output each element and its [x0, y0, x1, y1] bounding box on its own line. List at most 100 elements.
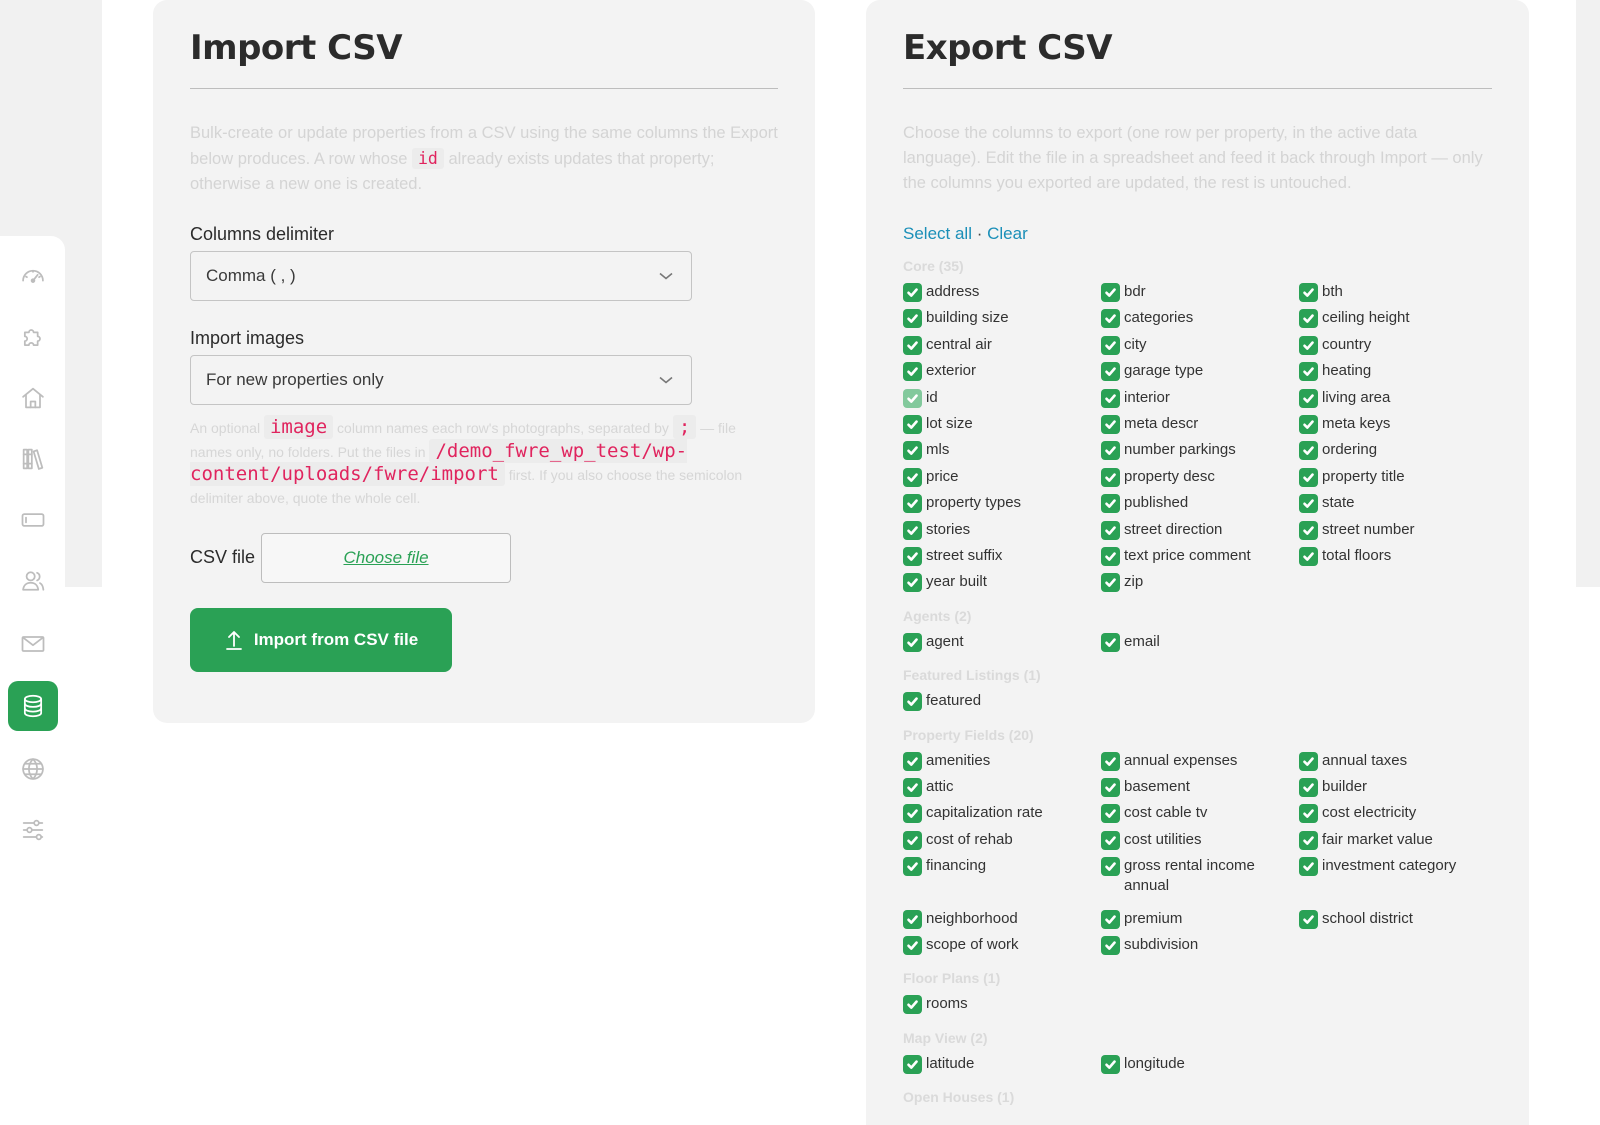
choose-file-link[interactable]: Choose file [343, 548, 428, 568]
import-images-select[interactable]: For new properties only [190, 355, 692, 405]
checkbox-checked-icon[interactable] [903, 804, 922, 824]
export-column-option[interactable]: neighborhood [903, 909, 1093, 929]
checkbox-checked-icon[interactable] [903, 857, 922, 877]
export-column-option[interactable]: capitalization rate [903, 803, 1093, 824]
export-column-option[interactable]: country [1299, 335, 1489, 355]
export-column-option[interactable]: published [1101, 493, 1291, 514]
checkbox-checked-icon[interactable] [1101, 778, 1120, 797]
import-from-csv-button[interactable]: Import from CSV file [190, 608, 452, 672]
checkbox-checked-icon[interactable] [1101, 857, 1120, 877]
checkbox-checked-icon[interactable] [1101, 936, 1120, 955]
checkbox-checked-icon[interactable] [1101, 632, 1120, 652]
checkbox-checked-icon[interactable] [1101, 388, 1120, 408]
checkbox-checked-icon[interactable] [1299, 467, 1318, 487]
checkbox-checked-icon[interactable] [1299, 388, 1318, 408]
checkbox-checked-icon[interactable] [903, 692, 922, 712]
checkbox-checked-icon[interactable] [1299, 283, 1318, 302]
export-column-option[interactable]: subdivision [1101, 935, 1291, 955]
checkbox-checked-icon[interactable] [1101, 751, 1120, 771]
checkbox-checked-icon[interactable] [903, 1054, 922, 1074]
checkbox-checked-icon[interactable] [903, 632, 922, 652]
export-column-option[interactable]: meta descr [1101, 414, 1291, 434]
checkbox-checked-icon[interactable] [1101, 520, 1120, 540]
checkbox-checked-icon[interactable] [1101, 283, 1120, 302]
checkbox-checked-icon[interactable] [1101, 804, 1120, 824]
export-column-option[interactable]: ordering [1299, 440, 1489, 461]
sidebar-item-agents[interactable] [8, 556, 58, 606]
export-column-option[interactable]: meta keys [1299, 414, 1489, 434]
export-column-option[interactable]: cost of rehab [903, 830, 1093, 850]
sidebar-item-listings[interactable] [8, 495, 58, 545]
checkbox-checked-icon[interactable] [1299, 857, 1318, 877]
sidebar-item-addons[interactable] [8, 312, 58, 362]
checkbox-checked-icon[interactable] [1101, 362, 1120, 382]
export-column-option[interactable]: street suffix [903, 546, 1093, 566]
clear-link[interactable]: Clear [987, 224, 1028, 243]
export-column-option[interactable]: premium [1101, 909, 1291, 929]
export-column-option[interactable]: building size [903, 308, 1093, 329]
export-column-option[interactable]: price [903, 467, 1093, 487]
checkbox-checked-icon[interactable] [1299, 415, 1318, 434]
checkbox-checked-icon[interactable] [1299, 441, 1318, 461]
checkbox-checked-icon[interactable] [1299, 309, 1318, 329]
checkbox-checked-icon[interactable] [1299, 804, 1318, 824]
export-column-option[interactable]: street direction [1101, 520, 1291, 540]
export-column-option[interactable]: city [1101, 335, 1291, 355]
export-column-option[interactable]: latitude [903, 1054, 1093, 1074]
checkbox-checked-icon[interactable] [903, 494, 922, 514]
sidebar-item-properties[interactable] [8, 373, 58, 423]
export-column-option[interactable]: interior [1101, 388, 1291, 408]
checkbox-checked-icon[interactable] [903, 778, 922, 797]
checkbox-checked-icon[interactable] [1101, 1054, 1120, 1074]
export-column-option[interactable]: longitude [1101, 1054, 1291, 1074]
export-column-option[interactable]: mls [903, 440, 1093, 461]
export-column-option[interactable]: cost electricity [1299, 803, 1489, 824]
checkbox-checked-icon[interactable] [1101, 467, 1120, 487]
checkbox-checked-icon[interactable] [1299, 362, 1318, 382]
export-column-option[interactable]: cost utilities [1101, 830, 1291, 850]
export-column-option[interactable]: rooms [903, 994, 1093, 1015]
select-all-link[interactable]: Select all [903, 224, 972, 243]
export-column-option[interactable]: annual expenses [1101, 751, 1291, 771]
checkbox-checked-icon[interactable] [1299, 830, 1318, 850]
export-column-option[interactable]: investment category [1299, 856, 1489, 877]
checkbox-checked-icon[interactable] [903, 547, 922, 566]
export-column-option[interactable]: id [903, 388, 1093, 408]
checkbox-checked-icon[interactable] [1101, 830, 1120, 850]
checkbox-checked-icon[interactable] [903, 467, 922, 487]
checkbox-checked-icon[interactable] [1101, 335, 1120, 355]
checkbox-checked-icon[interactable] [1299, 520, 1318, 540]
sidebar-item-library[interactable] [8, 434, 58, 484]
checkbox-checked-icon[interactable] [903, 441, 922, 461]
checkbox-checked-icon[interactable] [1299, 335, 1318, 355]
checkbox-checked-icon[interactable] [903, 283, 922, 302]
delimiter-select[interactable]: Comma ( , ) [190, 251, 692, 301]
export-column-option[interactable]: attic [903, 777, 1093, 797]
csv-file-input[interactable]: Choose file [261, 533, 511, 583]
checkbox-checked-icon[interactable] [903, 936, 922, 955]
export-column-option[interactable]: text price comment [1101, 546, 1291, 566]
checkbox-checked-icon[interactable] [903, 520, 922, 540]
export-column-option[interactable]: builder [1299, 777, 1489, 797]
checkbox-checked-icon[interactable] [1299, 547, 1318, 566]
export-column-option[interactable]: heating [1299, 361, 1489, 382]
export-column-option[interactable]: property desc [1101, 467, 1291, 487]
export-column-option[interactable]: lot size [903, 414, 1093, 434]
checkbox-checked-icon[interactable] [1101, 573, 1120, 593]
checkbox-checked-icon[interactable] [1299, 494, 1318, 514]
sidebar-item-import-export[interactable] [8, 681, 58, 731]
checkbox-checked-icon[interactable] [1299, 778, 1318, 797]
checkbox-checked-icon[interactable] [903, 335, 922, 355]
export-column-option[interactable]: agent [903, 632, 1093, 652]
export-column-option[interactable]: garage type [1101, 361, 1291, 382]
checkbox-checked-icon[interactable] [1299, 751, 1318, 771]
checkbox-checked-icon[interactable] [903, 388, 922, 408]
export-column-option[interactable]: school district [1299, 909, 1489, 929]
checkbox-checked-icon[interactable] [1101, 494, 1120, 514]
export-column-option[interactable]: stories [903, 520, 1093, 540]
export-column-option[interactable]: cost cable tv [1101, 803, 1291, 824]
export-column-option[interactable]: amenities [903, 751, 1093, 771]
export-column-option[interactable]: street number [1299, 520, 1489, 540]
export-column-option[interactable]: number parkings [1101, 440, 1291, 461]
sidebar-item-settings[interactable] [8, 805, 58, 855]
